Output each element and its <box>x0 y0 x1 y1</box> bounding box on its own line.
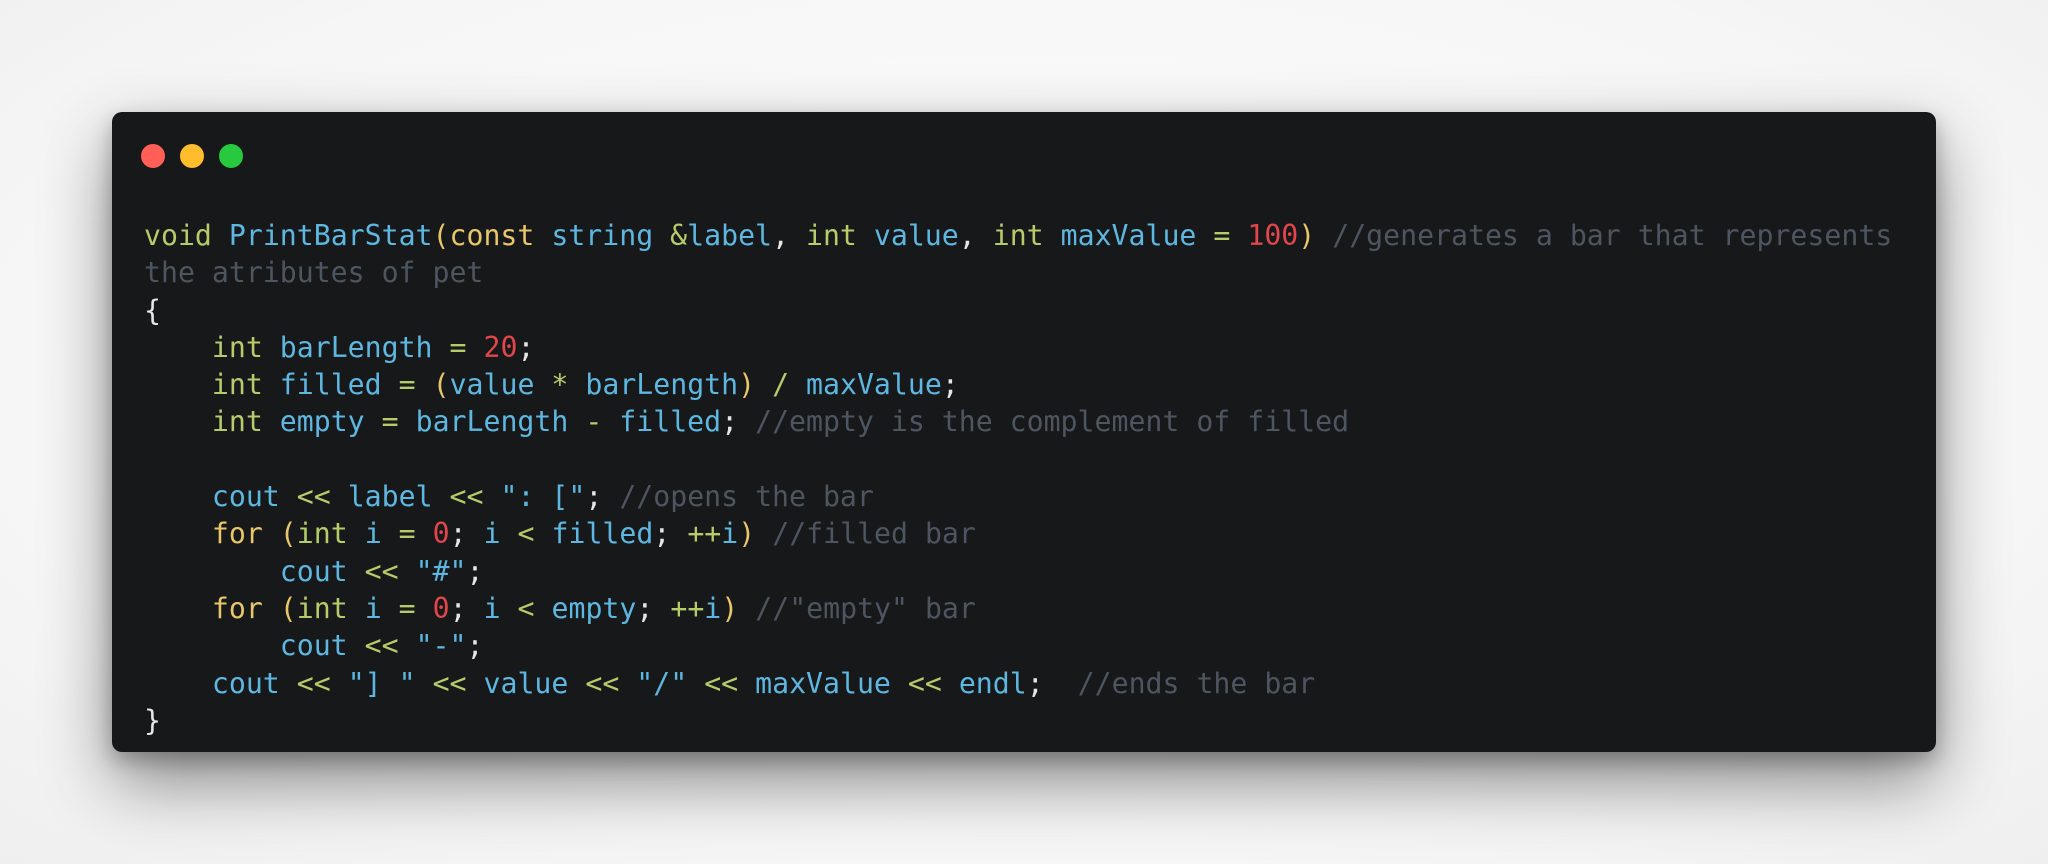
code-line: cout << label << ": ["; //opens the bar <box>211 480 874 514</box>
maximize-button[interactable] <box>219 144 243 168</box>
code-line: int barLength = 20; <box>211 330 535 364</box>
code-line: void PrintBarStat(const string &label, i… <box>144 219 1893 252</box>
code-line: } <box>144 703 161 737</box>
close-button[interactable] <box>141 144 165 168</box>
code-line: { <box>144 293 161 327</box>
code-window: void PrintBarStat(const string &label, i… <box>112 112 1936 752</box>
code-line: for (int i = 0; i < filled; ++i) //fille… <box>211 517 976 551</box>
code-line: the atributes of pet <box>144 256 484 290</box>
code-line: cout << "#"; <box>279 554 484 588</box>
code-line: int empty = barLength - filled; //empty … <box>211 405 1350 439</box>
code-line: for (int i = 0; i < empty; ++i) //"empty… <box>211 591 976 625</box>
code-line: int filled = (value * barLength) / maxVa… <box>211 368 959 402</box>
code-block: void PrintBarStat(const string &label, i… <box>144 217 1914 739</box>
window-controls <box>141 144 243 168</box>
code-line: cout << "] " << value << "/" << maxValue… <box>211 666 1316 700</box>
code-line: cout << "-"; <box>279 629 484 663</box>
minimize-button[interactable] <box>180 144 204 168</box>
